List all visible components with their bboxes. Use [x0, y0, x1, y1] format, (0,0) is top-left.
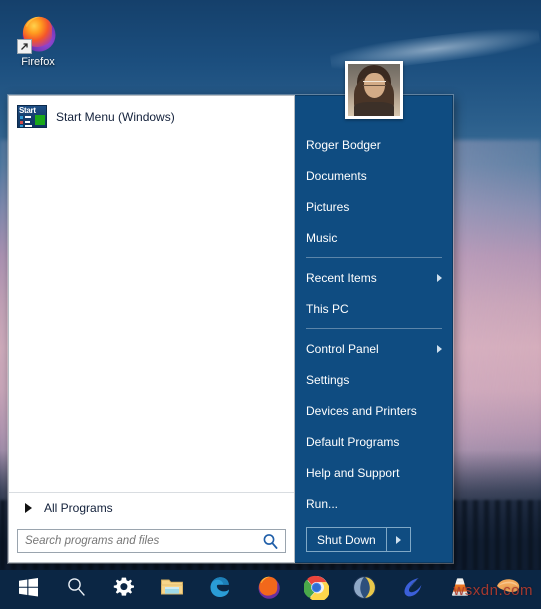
- menu-item-music[interactable]: Music: [295, 222, 452, 253]
- menu-item-recent-items[interactable]: Recent Items: [295, 262, 452, 293]
- taskbar-chrome-button[interactable]: [292, 570, 340, 609]
- menu-item-label: Music: [306, 230, 338, 245]
- menu-item-label: Settings: [306, 372, 350, 387]
- folder-icon: [160, 576, 184, 603]
- taskbar-edge-button[interactable]: [196, 570, 244, 609]
- pinned-item-label: Start Menu (Windows): [56, 109, 175, 124]
- chrome-icon: [302, 575, 330, 605]
- menu-item-pictures[interactable]: Pictures: [295, 191, 452, 222]
- shutdown-row: Shut Down: [295, 527, 452, 562]
- menu-item-documents[interactable]: Documents: [295, 160, 452, 191]
- menu-item-help-and-support[interactable]: Help and Support: [295, 457, 452, 488]
- menu-item-label: Control Panel: [306, 341, 379, 356]
- chevron-right-icon: [437, 273, 442, 282]
- triangle-right-icon: [395, 535, 401, 544]
- menu-item-label: Roger Bodger: [306, 137, 381, 152]
- menu-separator: [306, 328, 442, 329]
- menu-item-default-programs[interactable]: Default Programs: [295, 426, 452, 457]
- edge-icon: [208, 575, 232, 604]
- start-menu[interactable]: Start Start Menu (Windows) All Programs: [8, 61, 453, 563]
- chevron-right-icon: [437, 344, 442, 353]
- taskbar-search-button[interactable]: [52, 570, 100, 609]
- search-box[interactable]: [17, 529, 286, 553]
- menu-item-this-pc[interactable]: This PC: [295, 293, 452, 324]
- shutdown-options-button[interactable]: [386, 527, 411, 552]
- menu-item-label: Pictures: [306, 199, 350, 214]
- menu-item-label: Documents: [306, 168, 367, 183]
- mango-icon: [495, 577, 521, 602]
- desktop-icon-firefox[interactable]: Firefox: [10, 14, 66, 69]
- all-programs-label: All Programs: [44, 501, 113, 515]
- menu-item-label: Help and Support: [306, 465, 400, 480]
- user-avatar: [347, 64, 400, 116]
- taskbar[interactable]: wsxdn.com: [0, 570, 541, 609]
- windows-logo-icon: [18, 577, 39, 603]
- taskbar-vlc-button[interactable]: [436, 570, 484, 609]
- start-menu-items: Roger Bodger Documents Pictures Music Re…: [295, 129, 452, 527]
- shutdown-button[interactable]: Shut Down: [306, 527, 387, 552]
- taskbar-seamonkey-button[interactable]: [340, 570, 388, 609]
- menu-item-run[interactable]: Run...: [295, 488, 452, 519]
- search-row: [9, 523, 294, 562]
- vlc-cone-icon: [448, 575, 472, 604]
- search-input[interactable]: [18, 530, 285, 552]
- taskbar-file-explorer-button[interactable]: [148, 570, 196, 609]
- shutdown-label: Shut Down: [317, 532, 376, 547]
- gear-icon: [113, 576, 135, 603]
- menu-item-label: Default Programs: [306, 434, 400, 449]
- menu-item-label: This PC: [306, 301, 349, 316]
- taskbar-mango-button[interactable]: [484, 570, 532, 609]
- seamonkey-icon: [352, 575, 377, 605]
- menu-item-user[interactable]: Roger Bodger: [295, 129, 452, 160]
- menu-item-control-panel[interactable]: Control Panel: [295, 333, 452, 364]
- menu-item-label: Devices and Printers: [306, 403, 417, 418]
- triangle-right-icon: [25, 503, 32, 513]
- start-menu-tile-icon: Start: [17, 105, 47, 128]
- pinned-item-start-menu-windows[interactable]: Start Start Menu (Windows): [9, 101, 294, 132]
- all-programs-button[interactable]: All Programs: [9, 492, 294, 523]
- taskbar-settings-button[interactable]: [100, 570, 148, 609]
- avatar-wrap: [295, 55, 452, 129]
- start-menu-left-pane: Start Start Menu (Windows) All Programs: [8, 95, 295, 563]
- firefox-icon: [17, 14, 58, 54]
- search-icon: [65, 576, 87, 603]
- pinned-list-empty-area: [9, 132, 294, 492]
- start-menu-right-pane: Roger Bodger Documents Pictures Music Re…: [295, 61, 453, 563]
- firefox-icon: [256, 575, 281, 605]
- tile-word: Start: [19, 106, 36, 115]
- pale-moon-icon: [400, 575, 425, 605]
- menu-item-label: Run...: [306, 496, 339, 511]
- taskbar-start-button[interactable]: [4, 570, 52, 609]
- taskbar-pale-moon-button[interactable]: [388, 570, 436, 609]
- menu-item-devices-and-printers[interactable]: Devices and Printers: [295, 395, 452, 426]
- menu-item-settings[interactable]: Settings: [295, 364, 452, 395]
- desktop-icon-label: Firefox: [21, 56, 55, 68]
- menu-separator: [306, 257, 442, 258]
- avatar[interactable]: [344, 61, 403, 119]
- desktop[interactable]: Firefox Start Start Menu (Windows) All P…: [0, 0, 541, 609]
- shortcut-arrow-icon: [17, 39, 32, 54]
- pinned-programs-list: Start Start Menu (Windows): [9, 96, 294, 132]
- menu-item-label: Recent Items: [306, 270, 377, 285]
- taskbar-firefox-button[interactable]: [244, 570, 292, 609]
